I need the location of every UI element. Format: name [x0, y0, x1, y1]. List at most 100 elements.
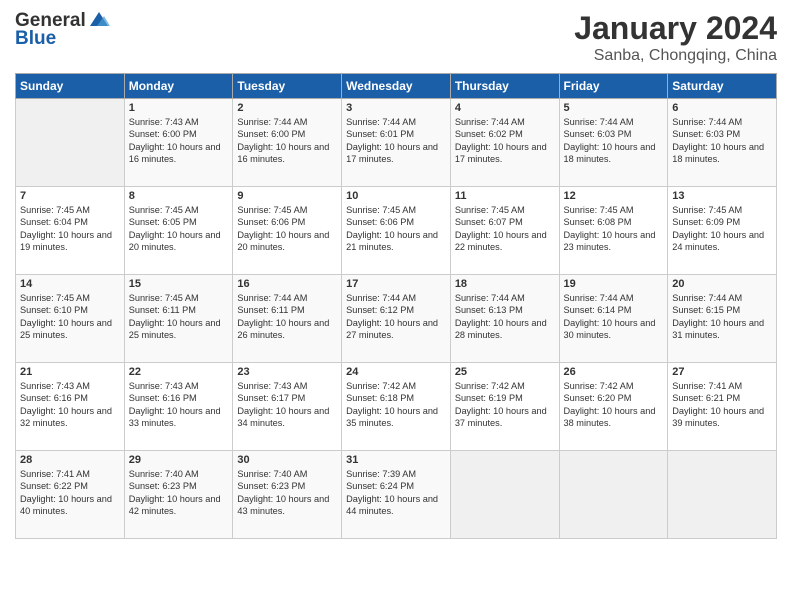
- calendar-cell: 5 Sunrise: 7:44 AM Sunset: 6:03 PM Dayli…: [559, 99, 668, 187]
- calendar-cell: 26 Sunrise: 7:42 AM Sunset: 6:20 PM Dayl…: [559, 363, 668, 451]
- day-info: Sunrise: 7:44 AM Sunset: 6:01 PM Dayligh…: [346, 116, 446, 166]
- day-number: 6: [672, 102, 772, 114]
- day-info: Sunrise: 7:43 AM Sunset: 6:17 PM Dayligh…: [237, 380, 337, 430]
- calendar-cell: 13 Sunrise: 7:45 AM Sunset: 6:09 PM Dayl…: [668, 187, 777, 275]
- calendar-body: 1 Sunrise: 7:43 AM Sunset: 6:00 PM Dayli…: [16, 99, 777, 539]
- location: Sanba, Chongqing, China: [574, 47, 777, 65]
- day-header-friday: Friday: [559, 74, 668, 99]
- day-info: Sunrise: 7:45 AM Sunset: 6:04 PM Dayligh…: [20, 204, 120, 254]
- day-info: Sunrise: 7:44 AM Sunset: 6:12 PM Dayligh…: [346, 292, 446, 342]
- calendar-cell: 1 Sunrise: 7:43 AM Sunset: 6:00 PM Dayli…: [124, 99, 233, 187]
- calendar-cell: 12 Sunrise: 7:45 AM Sunset: 6:08 PM Dayl…: [559, 187, 668, 275]
- calendar-week-4: 21 Sunrise: 7:43 AM Sunset: 6:16 PM Dayl…: [16, 363, 777, 451]
- day-info: Sunrise: 7:41 AM Sunset: 6:22 PM Dayligh…: [20, 468, 120, 518]
- logo: General Blue: [15, 10, 110, 50]
- day-number: 10: [346, 190, 446, 202]
- calendar-cell: 20 Sunrise: 7:44 AM Sunset: 6:15 PM Dayl…: [668, 275, 777, 363]
- calendar-header-row: SundayMondayTuesdayWednesdayThursdayFrid…: [16, 74, 777, 99]
- calendar-cell: 18 Sunrise: 7:44 AM Sunset: 6:13 PM Dayl…: [450, 275, 559, 363]
- day-number: 21: [20, 366, 120, 378]
- day-info: Sunrise: 7:43 AM Sunset: 6:00 PM Dayligh…: [129, 116, 229, 166]
- day-info: Sunrise: 7:44 AM Sunset: 6:13 PM Dayligh…: [455, 292, 555, 342]
- day-number: 16: [237, 278, 337, 290]
- day-header-thursday: Thursday: [450, 74, 559, 99]
- day-number: 13: [672, 190, 772, 202]
- day-info: Sunrise: 7:44 AM Sunset: 6:00 PM Dayligh…: [237, 116, 337, 166]
- day-info: Sunrise: 7:44 AM Sunset: 6:02 PM Dayligh…: [455, 116, 555, 166]
- calendar-cell: 9 Sunrise: 7:45 AM Sunset: 6:06 PM Dayli…: [233, 187, 342, 275]
- day-number: 18: [455, 278, 555, 290]
- calendar-cell: [16, 99, 125, 187]
- calendar-cell: [559, 451, 668, 539]
- day-number: 24: [346, 366, 446, 378]
- day-number: 2: [237, 102, 337, 114]
- day-number: 14: [20, 278, 120, 290]
- calendar-cell: 11 Sunrise: 7:45 AM Sunset: 6:07 PM Dayl…: [450, 187, 559, 275]
- calendar-cell: 10 Sunrise: 7:45 AM Sunset: 6:06 PM Dayl…: [342, 187, 451, 275]
- calendar-cell: 6 Sunrise: 7:44 AM Sunset: 6:03 PM Dayli…: [668, 99, 777, 187]
- calendar-cell: 15 Sunrise: 7:45 AM Sunset: 6:11 PM Dayl…: [124, 275, 233, 363]
- day-info: Sunrise: 7:44 AM Sunset: 6:03 PM Dayligh…: [564, 116, 664, 166]
- day-number: 4: [455, 102, 555, 114]
- calendar-cell: 3 Sunrise: 7:44 AM Sunset: 6:01 PM Dayli…: [342, 99, 451, 187]
- day-header-tuesday: Tuesday: [233, 74, 342, 99]
- calendar-cell: 17 Sunrise: 7:44 AM Sunset: 6:12 PM Dayl…: [342, 275, 451, 363]
- day-number: 31: [346, 454, 446, 466]
- day-number: 15: [129, 278, 229, 290]
- calendar-week-5: 28 Sunrise: 7:41 AM Sunset: 6:22 PM Dayl…: [16, 451, 777, 539]
- calendar-cell: 27 Sunrise: 7:41 AM Sunset: 6:21 PM Dayl…: [668, 363, 777, 451]
- day-header-sunday: Sunday: [16, 74, 125, 99]
- day-info: Sunrise: 7:41 AM Sunset: 6:21 PM Dayligh…: [672, 380, 772, 430]
- calendar-cell: 24 Sunrise: 7:42 AM Sunset: 6:18 PM Dayl…: [342, 363, 451, 451]
- calendar-week-1: 1 Sunrise: 7:43 AM Sunset: 6:00 PM Dayli…: [16, 99, 777, 187]
- day-info: Sunrise: 7:40 AM Sunset: 6:23 PM Dayligh…: [237, 468, 337, 518]
- day-number: 28: [20, 454, 120, 466]
- page-container: General Blue January 2024 Sanba, Chongqi…: [0, 0, 792, 549]
- day-info: Sunrise: 7:44 AM Sunset: 6:03 PM Dayligh…: [672, 116, 772, 166]
- calendar-cell: 28 Sunrise: 7:41 AM Sunset: 6:22 PM Dayl…: [16, 451, 125, 539]
- day-info: Sunrise: 7:39 AM Sunset: 6:24 PM Dayligh…: [346, 468, 446, 518]
- day-number: 9: [237, 190, 337, 202]
- day-info: Sunrise: 7:45 AM Sunset: 6:10 PM Dayligh…: [20, 292, 120, 342]
- calendar-cell: 31 Sunrise: 7:39 AM Sunset: 6:24 PM Dayl…: [342, 451, 451, 539]
- day-number: 23: [237, 366, 337, 378]
- calendar-cell: 19 Sunrise: 7:44 AM Sunset: 6:14 PM Dayl…: [559, 275, 668, 363]
- calendar-cell: 29 Sunrise: 7:40 AM Sunset: 6:23 PM Dayl…: [124, 451, 233, 539]
- day-info: Sunrise: 7:45 AM Sunset: 6:11 PM Dayligh…: [129, 292, 229, 342]
- day-info: Sunrise: 7:44 AM Sunset: 6:15 PM Dayligh…: [672, 292, 772, 342]
- day-number: 26: [564, 366, 664, 378]
- calendar-week-3: 14 Sunrise: 7:45 AM Sunset: 6:10 PM Dayl…: [16, 275, 777, 363]
- day-number: 7: [20, 190, 120, 202]
- day-header-monday: Monday: [124, 74, 233, 99]
- calendar-cell: 22 Sunrise: 7:43 AM Sunset: 6:16 PM Dayl…: [124, 363, 233, 451]
- calendar-cell: [668, 451, 777, 539]
- day-info: Sunrise: 7:45 AM Sunset: 6:08 PM Dayligh…: [564, 204, 664, 254]
- title-block: January 2024 Sanba, Chongqing, China: [574, 10, 777, 65]
- day-number: 8: [129, 190, 229, 202]
- day-number: 12: [564, 190, 664, 202]
- day-number: 30: [237, 454, 337, 466]
- calendar-cell: 8 Sunrise: 7:45 AM Sunset: 6:05 PM Dayli…: [124, 187, 233, 275]
- day-info: Sunrise: 7:44 AM Sunset: 6:11 PM Dayligh…: [237, 292, 337, 342]
- calendar-cell: 21 Sunrise: 7:43 AM Sunset: 6:16 PM Dayl…: [16, 363, 125, 451]
- calendar-cell: 4 Sunrise: 7:44 AM Sunset: 6:02 PM Dayli…: [450, 99, 559, 187]
- calendar-cell: [450, 451, 559, 539]
- day-header-wednesday: Wednesday: [342, 74, 451, 99]
- calendar-cell: 14 Sunrise: 7:45 AM Sunset: 6:10 PM Dayl…: [16, 275, 125, 363]
- day-number: 20: [672, 278, 772, 290]
- header: General Blue January 2024 Sanba, Chongqi…: [15, 10, 777, 65]
- calendar-week-2: 7 Sunrise: 7:45 AM Sunset: 6:04 PM Dayli…: [16, 187, 777, 275]
- month-title: January 2024: [574, 10, 777, 47]
- calendar-cell: 7 Sunrise: 7:45 AM Sunset: 6:04 PM Dayli…: [16, 187, 125, 275]
- day-number: 1: [129, 102, 229, 114]
- day-info: Sunrise: 7:45 AM Sunset: 6:06 PM Dayligh…: [237, 204, 337, 254]
- day-info: Sunrise: 7:40 AM Sunset: 6:23 PM Dayligh…: [129, 468, 229, 518]
- day-info: Sunrise: 7:45 AM Sunset: 6:07 PM Dayligh…: [455, 204, 555, 254]
- day-number: 5: [564, 102, 664, 114]
- day-info: Sunrise: 7:43 AM Sunset: 6:16 PM Dayligh…: [129, 380, 229, 430]
- calendar-table: SundayMondayTuesdayWednesdayThursdayFrid…: [15, 73, 777, 539]
- day-info: Sunrise: 7:43 AM Sunset: 6:16 PM Dayligh…: [20, 380, 120, 430]
- day-number: 3: [346, 102, 446, 114]
- calendar-cell: 16 Sunrise: 7:44 AM Sunset: 6:11 PM Dayl…: [233, 275, 342, 363]
- day-info: Sunrise: 7:45 AM Sunset: 6:06 PM Dayligh…: [346, 204, 446, 254]
